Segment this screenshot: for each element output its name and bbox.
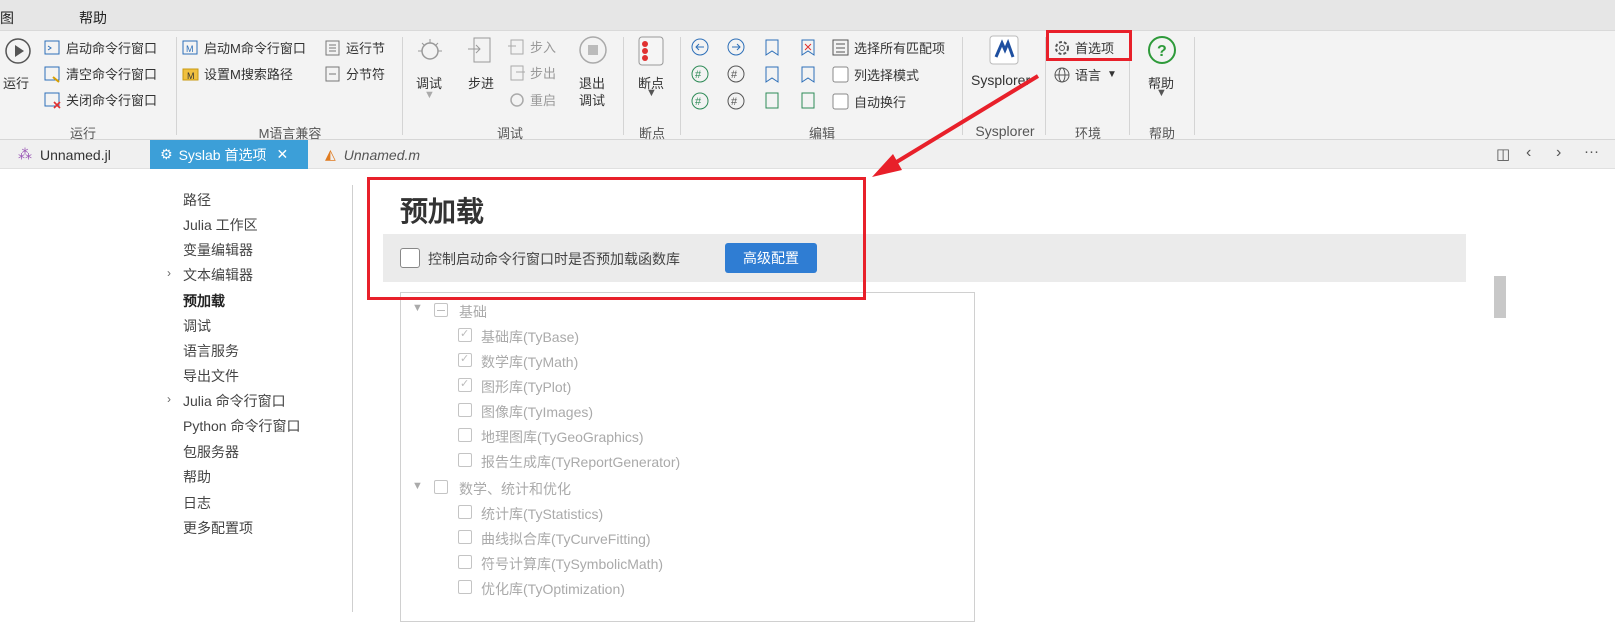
- annotation-arrow: [872, 74, 1040, 177]
